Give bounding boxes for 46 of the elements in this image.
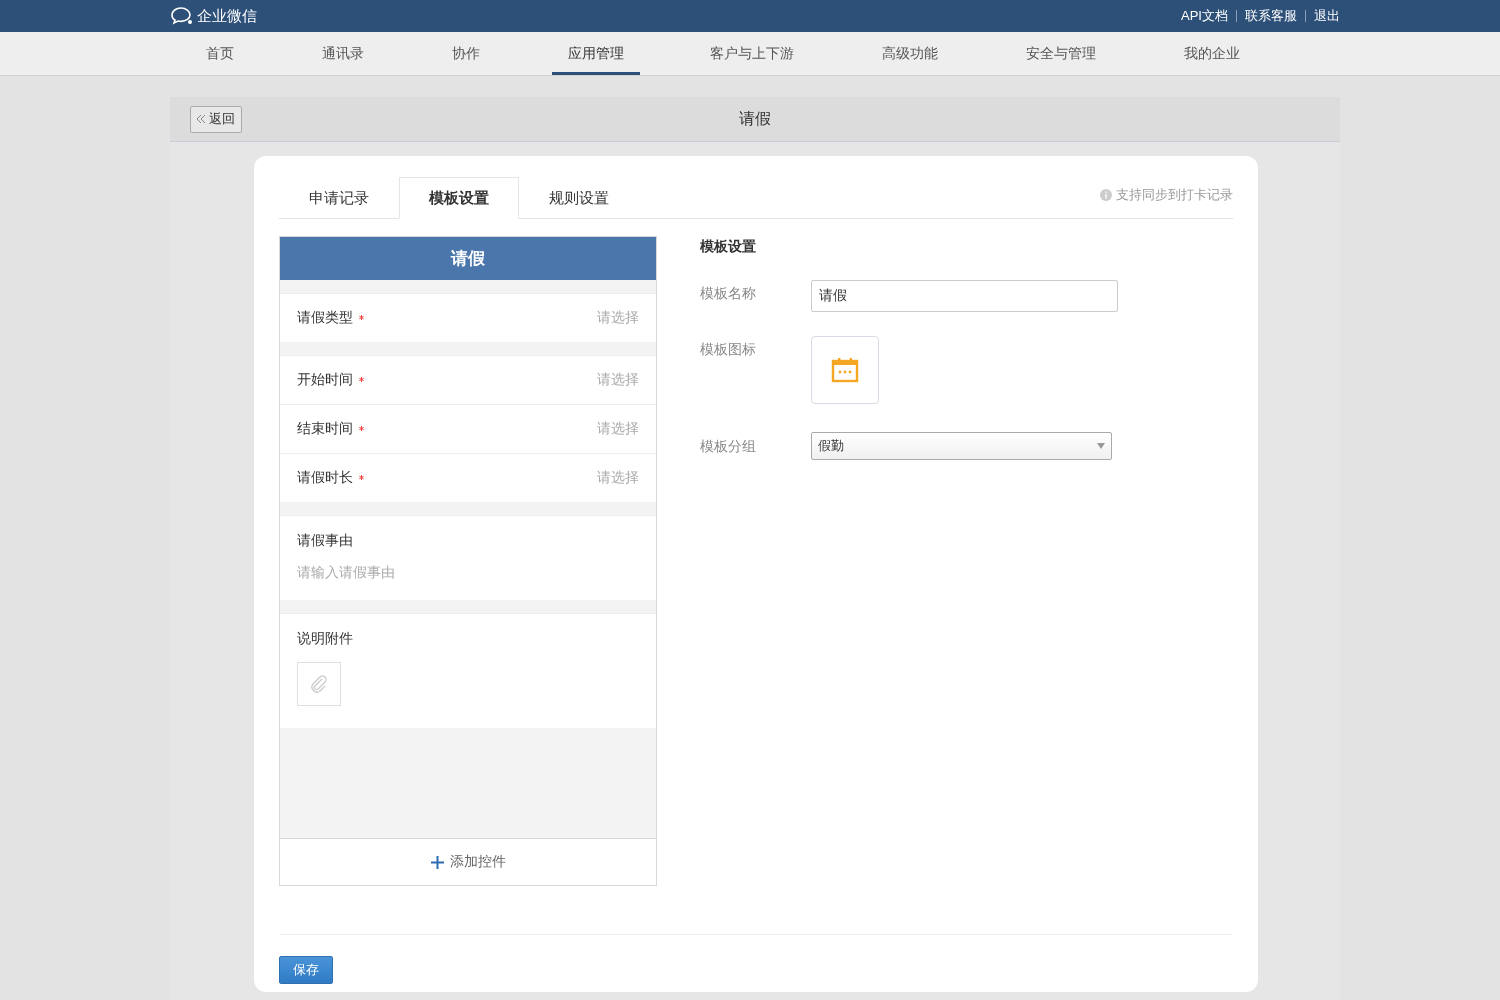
select-hint: 请选择 (597, 371, 639, 389)
page-title: 请假 (739, 108, 771, 129)
top-link[interactable]: 联系客服 (1245, 7, 1297, 25)
top-link[interactable]: 退出 (1314, 7, 1340, 25)
logo-text: 企业微信 (197, 6, 257, 26)
nav-tab[interactable]: 首页 (190, 35, 250, 75)
top-link[interactable]: API文档 (1181, 7, 1228, 25)
form-row[interactable]: 请假类型 请选择 (280, 294, 656, 342)
field-label: 模板分组 (700, 437, 757, 456)
tab[interactable]: 模板设置 (399, 177, 519, 219)
nav-tab[interactable]: 客户与上下游 (694, 35, 810, 75)
sync-note: 支持同步到打卡记录 (1116, 186, 1233, 204)
nav-tab[interactable]: 高级功能 (866, 35, 954, 75)
nav-tab[interactable]: 我的企业 (1168, 35, 1256, 75)
form-row[interactable]: 请假时长 请选择 (280, 454, 656, 502)
preview-header: 请假 (280, 237, 656, 280)
name-input[interactable]: 请假 (811, 280, 1118, 312)
paperclip-icon (309, 674, 329, 694)
chat-bubble-icon (170, 6, 194, 26)
select-hint: 请选择 (597, 309, 639, 327)
double-chevron-icon (197, 115, 206, 123)
plus-icon (430, 855, 444, 869)
select-hint: 请选择 (597, 469, 639, 487)
field-label: 说明附件 (297, 630, 353, 648)
group-dropdown[interactable]: 假勤 (811, 432, 1112, 460)
save-button[interactable]: 保存 (279, 956, 333, 984)
form-row[interactable]: 开始时间 请选择 (280, 356, 656, 405)
form-row[interactable]: 结束时间 请选择 (280, 405, 656, 454)
nav-tab[interactable]: 通讯录 (306, 35, 380, 75)
tab[interactable]: 申请记录 (279, 177, 399, 219)
info-icon (1100, 189, 1112, 201)
section-heading: 模板设置 (700, 238, 757, 256)
nav-tab[interactable]: 安全与管理 (1010, 35, 1112, 75)
nav-tab[interactable]: 协作 (436, 35, 496, 75)
nav-tab[interactable]: 应用管理 (552, 35, 640, 75)
field-label: 模板图标 (700, 340, 757, 359)
field-label: 模板名称 (700, 284, 757, 303)
calendar-icon (831, 357, 859, 383)
tab[interactable]: 规则设置 (519, 177, 639, 219)
select-hint: 请选择 (597, 420, 639, 438)
icon-picker[interactable] (811, 336, 879, 404)
attachment-button[interactable] (297, 662, 341, 706)
dropdown-arrow-icon (1097, 443, 1105, 449)
back-button[interactable]: 返回 (190, 105, 242, 133)
add-control-button[interactable]: 添加控件 (280, 838, 656, 885)
field-label: 请假事由 (297, 532, 353, 550)
